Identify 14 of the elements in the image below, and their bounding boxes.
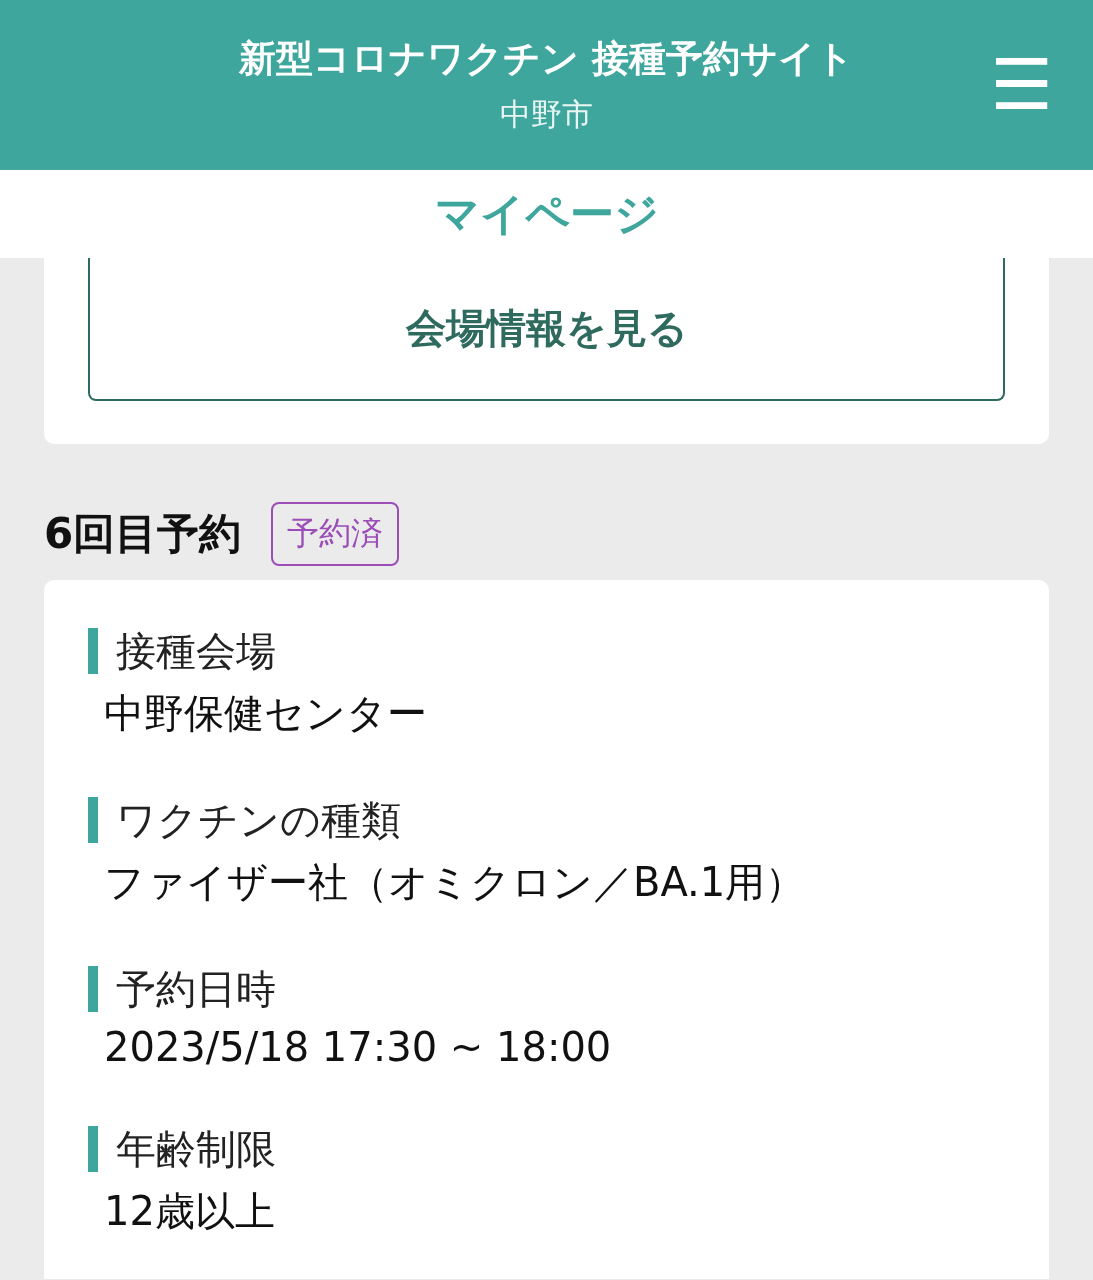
section-heading: 6回目予約	[44, 508, 242, 560]
field-value: 12歳以上	[103, 1187, 276, 1236]
status-badge: 予約済	[271, 502, 400, 566]
site-title: 新型コロナワクチン 接種予約サイト	[239, 36, 854, 82]
field-label: ワクチンの種類	[88, 797, 1005, 843]
field-label: 接種会場	[88, 628, 1005, 674]
venue-info-button[interactable]: 会場情報を見る	[88, 258, 1005, 401]
page-title: マイページ	[0, 170, 1093, 258]
field-value: 中野保健センター	[103, 689, 428, 738]
field-value: 2023/5/18 17:30 ~ 18:00	[103, 1024, 613, 1070]
field-label: 予約日時	[88, 966, 1005, 1012]
field-value: ファイザー社（オミクロン／BA.1用）	[103, 858, 807, 907]
field-label: 年齢制限	[88, 1126, 1005, 1172]
city-name: 中野市	[500, 95, 593, 134]
